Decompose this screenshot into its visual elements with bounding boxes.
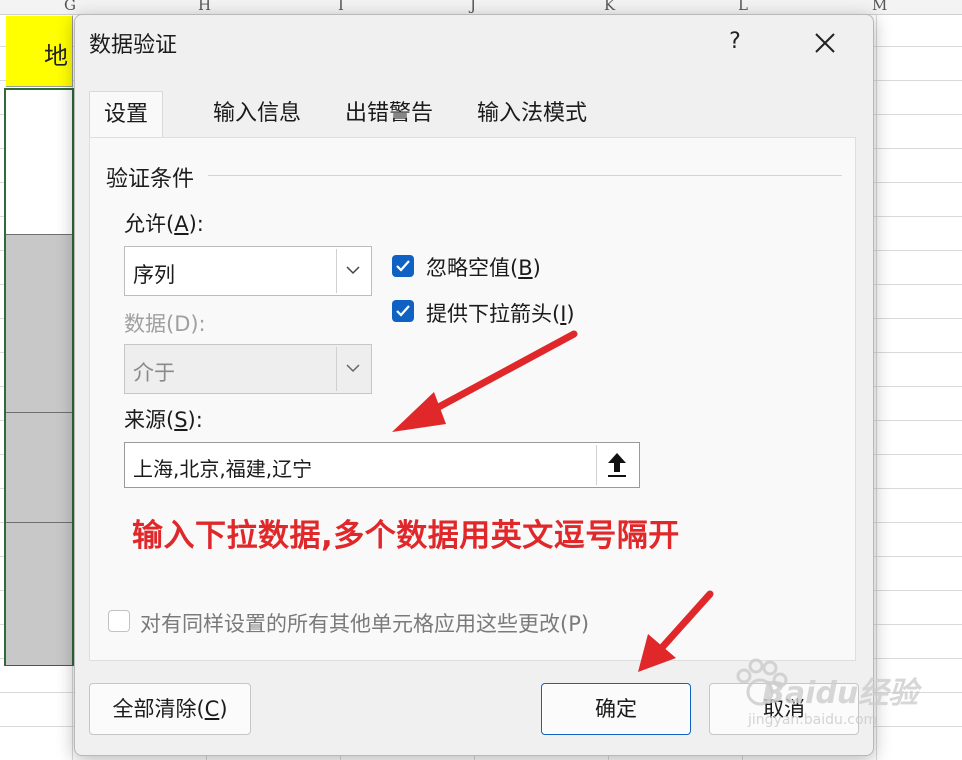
collapse-dialog-button[interactable] (596, 445, 637, 485)
gray-cell[interactable] (6, 412, 72, 523)
allow-select-value: 序列 (133, 263, 175, 287)
column-header-j[interactable]: J (470, 0, 476, 14)
ignore-blank-label[interactable]: 忽略空值(B) (426, 252, 541, 282)
column-header-m[interactable]: M (872, 0, 887, 14)
column-header-i[interactable]: I (338, 0, 344, 14)
gray-cell[interactable] (6, 234, 72, 413)
dropdown-arrow-checkbox[interactable] (392, 300, 414, 322)
selected-range[interactable] (4, 88, 74, 666)
tab-settings[interactable]: 设置 (89, 91, 164, 139)
red-arrow-icon (392, 330, 578, 432)
allow-label: 允许(A): (124, 212, 204, 236)
header-cell[interactable]: 地 (6, 16, 73, 87)
ok-button[interactable]: 确定 (541, 683, 691, 735)
column-header-l[interactable]: L (738, 0, 748, 14)
gray-cell[interactable] (6, 522, 72, 665)
dialog-title: 数据验证 (89, 33, 178, 58)
group-divider (208, 175, 842, 176)
tab-input-message[interactable]: 输入信息 (199, 91, 315, 137)
column-header-h[interactable]: H (198, 0, 211, 14)
apply-all-label[interactable]: 对有同样设置的所有其他单元格应用这些更改(P) (140, 608, 589, 638)
watermark-main: Baidu经验 (762, 676, 919, 711)
column-header-g[interactable]: G (64, 0, 76, 14)
close-button[interactable] (805, 25, 845, 59)
source-input-value: 上海,北京,福建,辽宁 (133, 457, 313, 481)
data-select-value: 介于 (133, 361, 175, 385)
baidu-watermark: Baidu经验 jingyan.baidu.com (730, 654, 930, 744)
data-select: 介于 (124, 344, 372, 394)
data-label: 数据(D): (124, 312, 206, 336)
close-icon (815, 33, 835, 53)
red-arrow-icon (638, 590, 714, 672)
validation-criteria-title: 验证条件 (106, 167, 195, 192)
column-header-k[interactable]: K (604, 0, 615, 14)
tab-ime-mode[interactable]: 输入法模式 (463, 91, 601, 137)
red-annotation-text: 输入下拉数据,多个数据用英文逗号隔开 (132, 518, 680, 554)
tab-error-alert[interactable]: 出错警告 (331, 91, 447, 137)
watermark-sub: jingyan.baidu.com (748, 712, 878, 728)
help-button[interactable]: ? (721, 25, 749, 59)
clear-all-button[interactable]: 全部清除(C) (89, 683, 251, 735)
checkmark-icon (396, 305, 410, 317)
chevron-down-icon (336, 347, 369, 391)
header-cell-text: 地 (44, 42, 68, 70)
ignore-blank-checkbox[interactable] (392, 255, 414, 277)
column-headers: G H I J K L M (0, 0, 962, 15)
apply-all-checkbox[interactable] (108, 610, 130, 632)
allow-select[interactable]: 序列 (124, 246, 372, 296)
source-label: 来源(S): (124, 408, 203, 432)
upload-arrow-icon (608, 453, 626, 477)
source-input[interactable]: 上海,北京,福建,辽宁 (124, 442, 640, 488)
checkmark-icon (396, 260, 410, 272)
chevron-down-icon[interactable] (336, 249, 369, 293)
